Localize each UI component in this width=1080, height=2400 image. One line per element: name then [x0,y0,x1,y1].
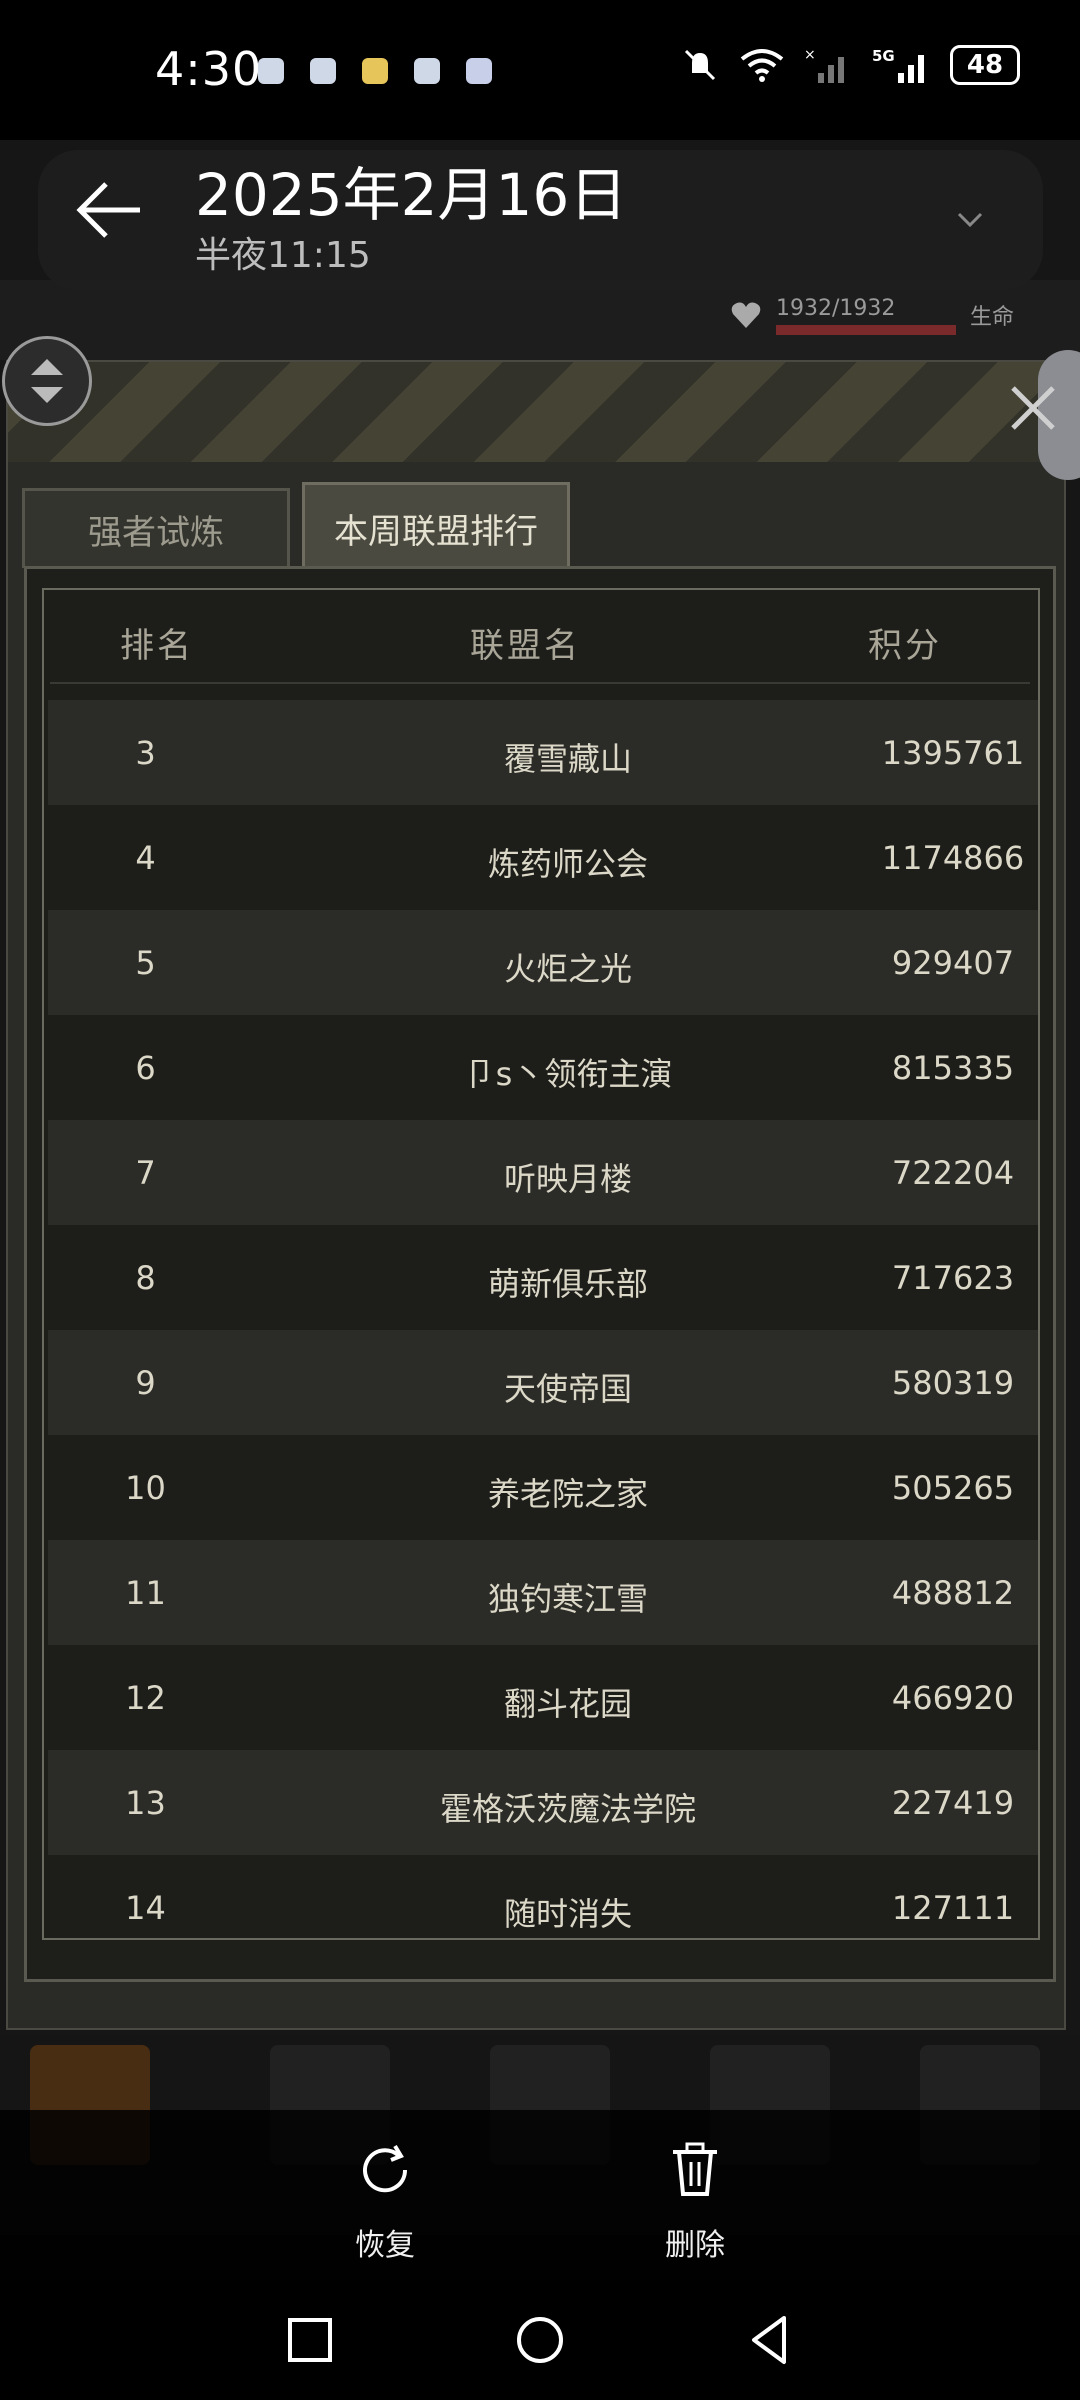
scroll-toggle-button[interactable] [2,336,92,426]
rank-cell: 6 [135,1049,156,1087]
score-cell: 488812 [891,1574,1015,1612]
ranking-rows[interactable]: 3 覆雪藏山 1395761 4 炼药师公会 1174866 5 火炬之光 92… [48,700,1038,1936]
scroll-updown-icon [31,359,63,403]
alliance-name-cell: 炼药师公会 [487,845,648,883]
alliance-name-cell: 火炬之光 [503,950,632,988]
wifi-icon [740,49,784,82]
score-cell: 722204 [891,1154,1015,1192]
alliance-name-cell: 覆雪藏山 [503,740,632,778]
header-rank: 排名 [120,626,194,666]
rank-cell: 12 [125,1679,166,1717]
status-bar: 4:30 × 5G 48 [0,0,1080,140]
rank-cell: 13 [125,1784,166,1822]
heart-icon [731,302,761,328]
table-row: 5 火炬之光 929407 [48,910,1038,1015]
score-cell: 580319 [891,1364,1015,1402]
rank-cell: 9 [135,1364,156,1402]
table-row: 10 养老院之家 505265 [48,1435,1038,1540]
table-row: 14 随时消失 127111 [48,1855,1038,1936]
table-header: 排名 联盟名 积分 [50,598,1030,684]
home-icon[interactable] [510,2310,570,2370]
notification-icon [258,58,284,84]
photo-time: 半夜11:15 [195,235,371,276]
score-cell: 717623 [891,1259,1015,1297]
table-row: 6 卩s丶领衔主演 815335 [48,1015,1038,1120]
table-row: 9 天使帝国 580319 [48,1330,1038,1435]
tab-weekly-alliance-ranking[interactable]: 本周联盟排行 [302,482,570,572]
score-cell: 505265 [891,1469,1015,1507]
status-icons: × 5G 48 [680,45,1020,85]
restore-button[interactable]: 恢复 [315,2130,455,2264]
alliance-name-cell: 养老院之家 [487,1475,648,1513]
notification-icon [466,58,492,84]
notification-icon [310,58,336,84]
header-alliance-name: 联盟名 [470,626,581,666]
score-cell: 1174866 [881,839,1025,877]
header-score: 积分 [868,626,942,666]
rank-cell: 7 [135,1154,156,1192]
photo-date: 2025年2月16日 [195,161,628,229]
alliance-name-cell: 萌新俱乐部 [487,1265,648,1303]
rank-cell: 11 [125,1574,166,1612]
tab-strongest-trial[interactable]: 强者试炼 [22,488,290,568]
table-row: 13 霍格沃茨魔法学院 227419 [48,1750,1038,1855]
viewer-action-bar [0,2110,1080,2280]
rank-cell: 3 [135,734,156,772]
alliance-name-cell: 翻斗花园 [503,1685,632,1723]
score-cell: 815335 [891,1049,1015,1087]
signal-no-sim-icon: × [804,47,844,83]
hp-display: 1932/1932 生命 [730,295,1070,335]
signal-5g-icon: 5G [872,47,924,83]
notification-icon [414,58,440,84]
rank-cell: 14 [125,1889,166,1927]
hp-label: 生命 [970,305,1015,330]
notification-icon [362,58,388,84]
delete-label: 删除 [665,2228,725,2263]
hazard-stripe-header [8,362,1064,462]
table-row: 4 炼药师公会 1174866 [48,805,1038,910]
battery-icon: 48 [950,45,1020,85]
back-arrow-icon[interactable] [70,170,150,250]
alliance-name-cell: 独钓寒江雪 [487,1580,648,1618]
restore-icon [363,2144,408,2193]
svg-text:5G: 5G [872,47,895,65]
score-cell: 466920 [891,1679,1015,1717]
close-icon[interactable] [1005,380,1061,436]
table-row: 7 听映月楼 722204 [48,1120,1038,1225]
recent-apps-icon[interactable] [280,2310,340,2370]
score-cell: 1395761 [881,734,1025,772]
table-row: 12 翻斗花园 466920 [48,1645,1038,1750]
table-row: 8 萌新俱乐部 717623 [48,1225,1038,1330]
alliance-name-cell: 卩s丶领衔主演 [463,1055,673,1093]
rank-cell: 10 [125,1469,166,1507]
table-row: 11 独钓寒江雪 488812 [48,1540,1038,1645]
status-time: 4:30 [155,42,263,96]
rank-cell: 5 [135,944,156,982]
score-cell: 929407 [891,944,1015,982]
mute-icon [684,49,716,81]
hp-bar [776,324,956,335]
score-cell: 127111 [891,1889,1015,1927]
back-nav-icon[interactable] [740,2310,800,2370]
rank-cell: 8 [135,1259,156,1297]
chevron-down-icon[interactable] [955,205,985,235]
delete-button[interactable]: 删除 [625,2130,765,2264]
hp-value: 1932/1932 [776,295,896,321]
alliance-name-cell: 听映月楼 [503,1160,632,1198]
rank-cell: 4 [135,839,156,877]
alliance-name-cell: 霍格沃茨魔法学院 [439,1790,696,1828]
score-cell: 227419 [891,1784,1015,1822]
trash-icon [673,2142,717,2196]
table-row: 3 覆雪藏山 1395761 [48,700,1038,805]
alliance-name-cell: 天使帝国 [503,1370,632,1408]
alliance-name-cell: 随时消失 [503,1895,632,1933]
svg-text:×: × [804,47,816,63]
restore-label: 恢复 [355,2228,415,2263]
